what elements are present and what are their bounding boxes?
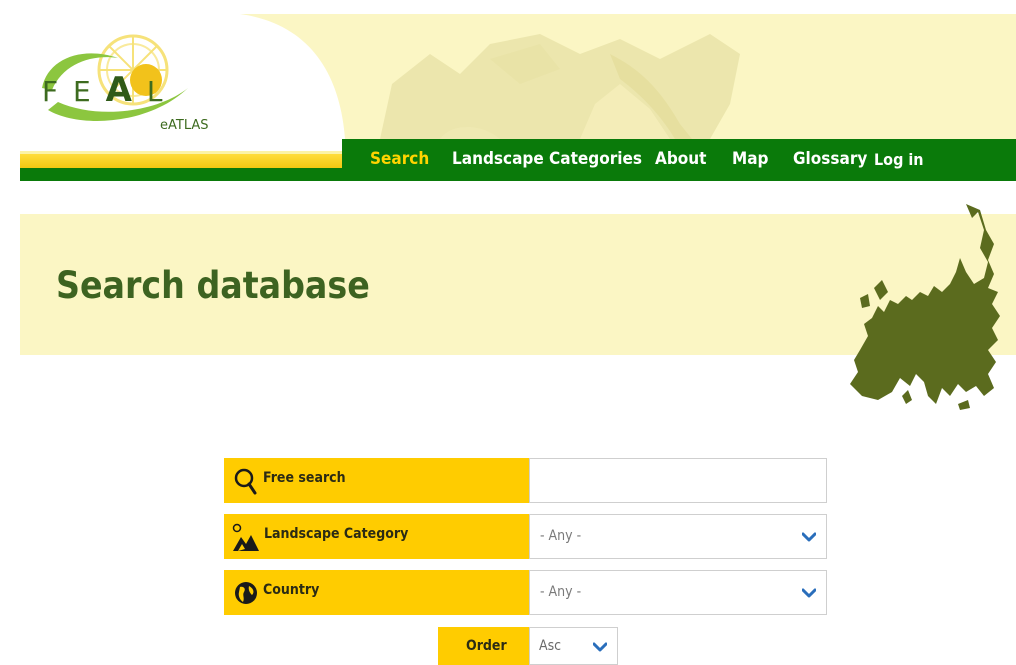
free-search-row: Free search bbox=[224, 458, 827, 503]
nav-search[interactable]: Search bbox=[370, 149, 429, 169]
globe-icon bbox=[235, 582, 257, 604]
landscape-category-label: Landscape Category bbox=[264, 526, 409, 542]
header-stripe-green bbox=[20, 168, 342, 181]
nav-login[interactable]: Log in bbox=[874, 150, 924, 169]
page-title: Search database bbox=[56, 264, 370, 307]
landscape-category-label-cell: Landscape Category bbox=[224, 514, 529, 559]
chevron-down-icon bbox=[802, 588, 816, 598]
free-search-field bbox=[529, 458, 827, 503]
nav-map[interactable]: Map bbox=[732, 149, 769, 169]
free-search-input[interactable] bbox=[530, 459, 826, 502]
search-icon bbox=[234, 468, 257, 495]
order-value: Asc bbox=[539, 638, 562, 654]
country-label-cell: Country bbox=[224, 570, 529, 615]
free-search-label: Free search bbox=[263, 470, 346, 486]
nav-landscape-categories[interactable]: Landscape Categories bbox=[452, 149, 642, 169]
landscape-category-value: - Any - bbox=[540, 528, 582, 544]
order-label-cell: Order bbox=[438, 627, 529, 665]
nav-glossary[interactable]: Glossary bbox=[793, 149, 867, 169]
country-label: Country bbox=[263, 582, 320, 598]
country-row: Country - Any - bbox=[224, 570, 827, 615]
logo-subtitle: eATLAS bbox=[160, 118, 209, 133]
header-stripe-yellow bbox=[20, 154, 342, 168]
order-select[interactable]: Asc bbox=[529, 627, 618, 665]
logo-letter-l: L bbox=[146, 75, 166, 108]
logo-letter-e: E bbox=[73, 75, 94, 108]
country-select[interactable]: - Any - bbox=[529, 570, 827, 615]
country-value: - Any - bbox=[540, 584, 582, 600]
chevron-down-icon bbox=[593, 642, 607, 652]
landscape-icon bbox=[232, 523, 259, 551]
europe-map-icon bbox=[850, 204, 1000, 410]
logo-letter-f: F bbox=[42, 75, 62, 108]
site-header: F E A L eATLAS Search Landscape Categori… bbox=[20, 14, 1016, 181]
order-label: Order bbox=[466, 638, 507, 654]
free-search-label-cell: Free search bbox=[224, 458, 529, 503]
nav-about[interactable]: About bbox=[655, 149, 707, 169]
landscape-category-row: Landscape Category - Any - bbox=[224, 514, 827, 559]
main-navigation: Search Landscape Categories About Map Gl… bbox=[342, 139, 1016, 181]
logo-wordmark: F E A L bbox=[42, 70, 165, 110]
landscape-category-select[interactable]: - Any - bbox=[529, 514, 827, 559]
chevron-down-icon bbox=[802, 532, 816, 542]
logo-letter-a: A bbox=[105, 70, 135, 110]
